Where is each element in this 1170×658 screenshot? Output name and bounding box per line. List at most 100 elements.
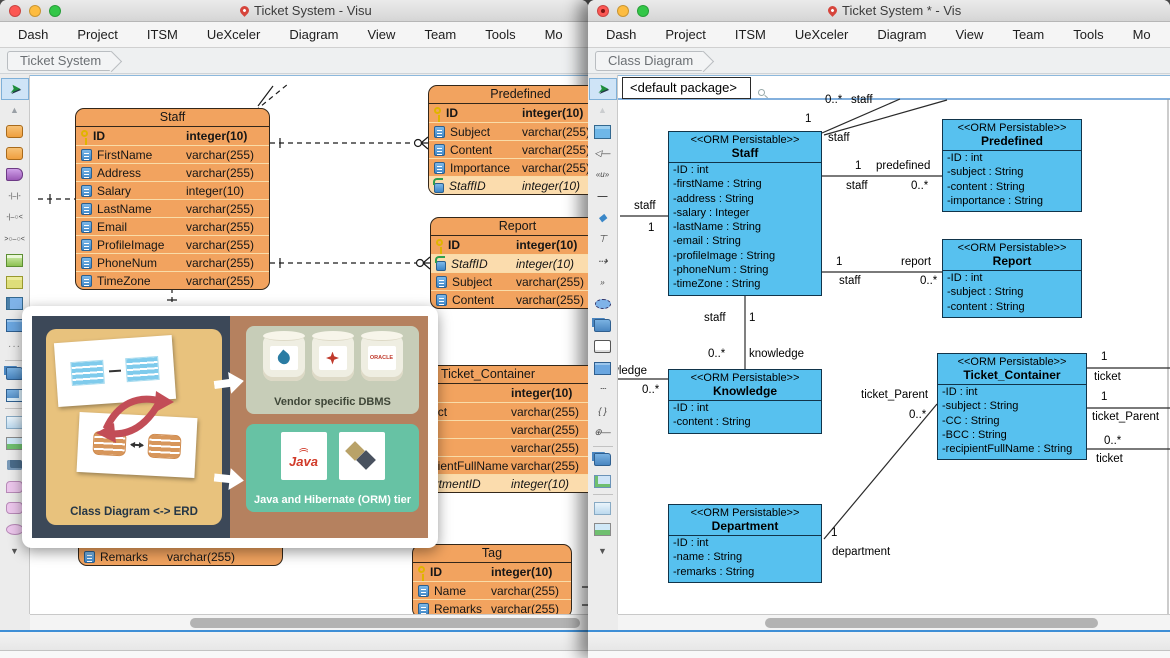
menu-project[interactable]: Project [77, 27, 117, 42]
generalization-tool-icon[interactable] [590, 143, 616, 163]
table-title: Predefined [429, 86, 588, 104]
table-row: Emailvarchar(255) [76, 217, 269, 235]
erd-table-report[interactable]: Report IDinteger(10) StaffIDinteger(10) … [430, 217, 588, 309]
provided-interface-tool-icon[interactable] [590, 423, 616, 443]
folder-tool-icon[interactable] [590, 450, 616, 470]
menu-dash[interactable]: Dash [18, 27, 48, 42]
tab-class-diagram[interactable]: Class Diagram [595, 51, 703, 71]
entity-tool-icon[interactable] [2, 122, 28, 142]
class-ticket-container[interactable]: <<ORM Persistable>> Ticket_Container -ID… [937, 353, 1087, 460]
app-pin-icon [826, 4, 839, 17]
image-tool-icon[interactable] [590, 520, 616, 540]
menu-modeling[interactable]: Mo [1133, 27, 1151, 42]
table-row: PhoneNumvarchar(255) [76, 253, 269, 271]
note-tool-icon[interactable] [590, 358, 616, 378]
minimize-button[interactable] [617, 5, 629, 17]
class-attribute: -lastName : String [669, 220, 821, 234]
menu-team[interactable]: Team [1012, 27, 1044, 42]
class-report[interactable]: <<ORM Persistable>> Report -ID : int -su… [942, 239, 1082, 318]
cursor-tool-icon[interactable] [590, 79, 616, 99]
window-ticket-system-class-diagram: Ticket System * - Vis Dash Project ITSM … [588, 0, 1170, 658]
menu-project[interactable]: Project [665, 27, 705, 42]
one-to-many-relationship-tool-icon[interactable] [2, 208, 28, 228]
constraint-tool-icon[interactable] [590, 401, 616, 421]
class-tool-icon[interactable] [590, 122, 616, 142]
column-icon [81, 185, 92, 197]
menu-itsm[interactable]: ITSM [147, 27, 178, 42]
menu-tools[interactable]: Tools [485, 27, 515, 42]
menu-modeling[interactable]: Mo [545, 27, 563, 42]
tab-ticket-system[interactable]: Ticket System [7, 51, 111, 71]
aggregation-tool-icon[interactable] [590, 208, 616, 228]
diagram-overview-tool-icon[interactable] [590, 471, 616, 491]
class-knowledge[interactable]: <<ORM Persistable>> Knowledge -ID : int … [668, 369, 822, 434]
menu-view[interactable]: View [955, 27, 983, 42]
class-predefined[interactable]: <<ORM Persistable>> Predefined -ID : int… [942, 119, 1082, 212]
menu-uexceler[interactable]: UeXceler [795, 27, 848, 42]
menu-team[interactable]: Team [424, 27, 456, 42]
database-cylinder-icon [312, 335, 354, 381]
palette-scroll-down-icon[interactable] [590, 541, 616, 561]
multiplicity-label: 1 [805, 113, 811, 125]
system-tool-icon[interactable] [590, 337, 616, 357]
menu-view[interactable]: View [367, 27, 395, 42]
package-tool-icon[interactable] [590, 315, 616, 335]
table-row: IDinteger(10) [413, 563, 571, 581]
orm-mapping-popup[interactable]: Class Diagram <-> ERD ORACLE Vendor spec… [22, 306, 438, 548]
role-label: ticket_Parent [861, 389, 928, 401]
orm-panel: Java Java and Hibernate (ORM) tier [246, 424, 419, 512]
dbms-panel: ORACLE Vendor specific DBMS [246, 326, 419, 414]
erd-table-staff[interactable]: Staff IDinteger(10) FirstNamevarchar(255… [75, 108, 270, 290]
class-diagram-canvas[interactable]: <default package> <<ORM Persistable>> St… [618, 75, 1170, 614]
one-to-one-relationship-tool-icon[interactable] [2, 186, 28, 206]
panel-tool-icon[interactable] [590, 498, 616, 518]
view-tool-icon[interactable] [2, 165, 28, 185]
menu-dash[interactable]: Dash [606, 27, 636, 42]
dependency-tool-icon[interactable] [590, 251, 616, 271]
role-label: knowledge [618, 365, 647, 377]
many-to-many-relationship-tool-icon[interactable] [2, 229, 28, 249]
table-row: IDinteger(10) [431, 236, 588, 254]
zoom-button[interactable] [637, 5, 649, 17]
menu-itsm[interactable]: ITSM [735, 27, 766, 42]
class-staff[interactable]: <<ORM Persistable>> Staff -ID : int -fir… [668, 131, 822, 296]
close-button-modified[interactable] [597, 5, 609, 17]
column-icon [418, 603, 429, 615]
class-department[interactable]: <<ORM Persistable>> Department -ID : int… [668, 504, 822, 583]
multiplicity-label: 1 [855, 160, 861, 172]
package-breadcrumb[interactable]: <default package> [622, 77, 751, 99]
cursor-tool-icon[interactable] [2, 79, 28, 99]
erd-table-tag[interactable]: Tag IDinteger(10) Namevarchar(255) Remar… [412, 544, 572, 614]
table-tool-icon[interactable] [2, 251, 28, 271]
erd-table-predefined[interactable]: Predefined IDinteger(10) Subjectvarchar(… [428, 85, 588, 195]
role-label: predefined [876, 160, 930, 172]
horizontal-scrollbar[interactable] [618, 614, 1170, 630]
table-row: TimeZonevarchar(255) [76, 271, 269, 289]
usage-tool-icon[interactable] [590, 165, 616, 185]
minimize-button[interactable] [29, 5, 41, 17]
anchor-tool-icon[interactable] [590, 272, 616, 292]
class-attribute: -content : String [943, 180, 1081, 194]
horizontal-scrollbar[interactable] [30, 614, 588, 630]
grid-tool-icon[interactable] [2, 272, 28, 292]
column-icon [81, 275, 92, 287]
sync-arrows-icon [94, 381, 178, 447]
menu-tools[interactable]: Tools [1073, 27, 1103, 42]
dashed-line-tool-icon[interactable] [590, 380, 616, 400]
menu-uexceler[interactable]: UeXceler [207, 27, 260, 42]
menu-diagram[interactable]: Diagram [877, 27, 926, 42]
containment-tool-icon[interactable] [590, 229, 616, 249]
close-button[interactable] [9, 5, 21, 17]
parent-entity-tool-icon[interactable] [2, 143, 28, 163]
table-row: Contentvarchar(255) [431, 290, 588, 308]
menu-diagram[interactable]: Diagram [289, 27, 338, 42]
palette-scroll-up-icon[interactable] [2, 100, 28, 120]
n-ary-association-tool-icon[interactable] [590, 294, 616, 314]
palette-scroll-up-icon[interactable] [590, 100, 616, 120]
scrollbar-thumb[interactable] [190, 618, 580, 628]
association-line [109, 370, 121, 373]
scrollbar-thumb[interactable] [765, 618, 1098, 628]
association-tool-icon[interactable] [590, 186, 616, 206]
role-label: ticket [1094, 371, 1121, 383]
zoom-button[interactable] [49, 5, 61, 17]
